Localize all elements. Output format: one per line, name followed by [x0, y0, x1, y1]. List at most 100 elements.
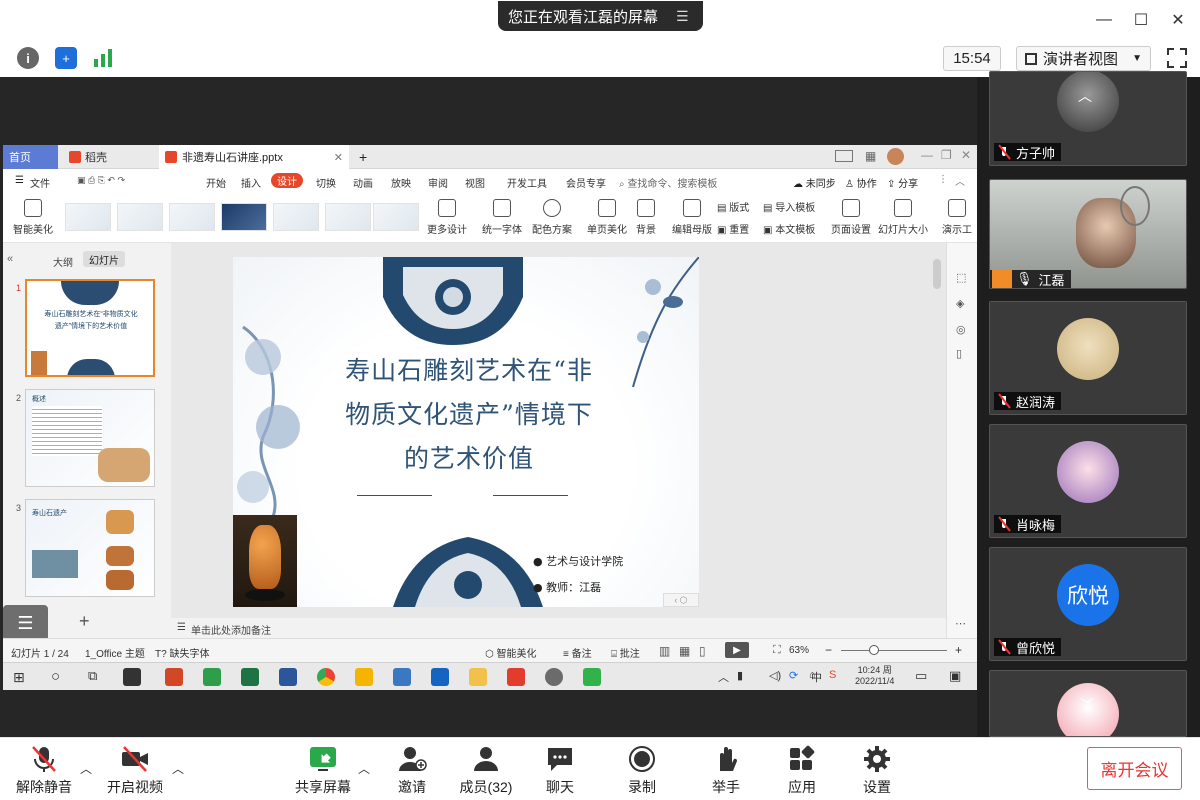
style-icon[interactable]: ⬚ [956, 271, 966, 284]
smart-beautify-button[interactable]: 智能美化 [11, 199, 55, 236]
share-options-chevron-icon[interactable]: ︿ [358, 760, 370, 777]
app-icon[interactable] [545, 668, 563, 686]
wps-icon[interactable] [507, 668, 525, 686]
search-icon[interactable]: ○ [51, 668, 60, 685]
menu-file[interactable]: 文件 [30, 175, 50, 190]
menu-review[interactable]: 审阅 [428, 175, 448, 190]
color-scheme-button[interactable]: 配色方案 [529, 199, 575, 236]
participant-tile[interactable]: ︿ 方子帅 [989, 71, 1187, 166]
invite-button[interactable]: 邀请 [392, 745, 432, 797]
powerpoint-icon[interactable] [165, 668, 183, 686]
notification-icon[interactable]: ▭ [915, 668, 927, 684]
share-screen-button[interactable]: 共享屏幕 [293, 745, 353, 797]
zoom-in-icon[interactable]: + [955, 643, 962, 657]
tab-home[interactable]: 首页 [3, 145, 58, 169]
action-center-icon[interactable]: ▣ [949, 668, 961, 684]
menu-member[interactable]: 会员专享 [566, 175, 606, 190]
menu-animation[interactable]: 动画 [353, 175, 373, 190]
banner-menu-icon[interactable]: ☰ [676, 8, 689, 25]
wps-minimize-icon[interactable]: — [921, 148, 933, 162]
notes-toggle[interactable]: ≡ 备注 [563, 645, 592, 660]
more-design-button[interactable]: 更多设计 [427, 199, 467, 236]
unmute-button[interactable]: 解除静音 [12, 745, 76, 797]
maximize-icon[interactable]: ☐ [1128, 8, 1154, 32]
this-template-button[interactable]: ▣ 本文模板 [763, 221, 815, 236]
settings-button[interactable]: 设置 [857, 745, 897, 797]
leave-meeting-button[interactable]: 离开会议 [1087, 747, 1182, 790]
mic-tray-icon[interactable]: ▮ [737, 669, 743, 682]
security-shield-icon[interactable]: + [55, 47, 77, 69]
menu-design[interactable]: 设计 [271, 173, 303, 188]
view-mode-dropdown[interactable]: 演讲者视图 ▼ [1016, 46, 1151, 71]
slide-thumbnail-3[interactable]: 寿山石遗产 [25, 499, 155, 597]
wechat-icon[interactable] [583, 668, 601, 686]
menu-view[interactable]: 视图 [465, 175, 485, 190]
unify-font-button[interactable]: 统一字体 [479, 199, 525, 236]
notes-area[interactable]: ☰ 单击此处添加备注 [171, 618, 946, 638]
tab-slides[interactable]: 幻灯片 [83, 251, 125, 267]
video-options-chevron-icon[interactable]: ︿ [172, 760, 184, 777]
participant-tile[interactable]: 欣悦 曾欣悦 [989, 547, 1187, 661]
sync-status[interactable]: ☁ 未同步 [793, 175, 836, 190]
page-setup-button[interactable]: 页面设置 [829, 199, 873, 236]
app-icon[interactable] [393, 668, 411, 686]
ime-s-icon[interactable]: S [829, 669, 836, 681]
participant-tile[interactable]: 肖咏梅 [989, 424, 1187, 538]
sorter-view-icon[interactable]: ▦ [679, 644, 690, 658]
smart-beautify-status[interactable]: ⬡ 智能美化 [485, 645, 537, 660]
reading-view-icon[interactable]: ▯ [699, 644, 706, 658]
menu-slideshow[interactable]: 放映 [391, 175, 411, 190]
theme-name[interactable]: 1_Office 主题 [85, 645, 145, 660]
menu-insert[interactable]: 插入 [241, 175, 261, 190]
excel-icon[interactable] [241, 668, 259, 686]
zoom-slider-thumb[interactable] [869, 645, 880, 655]
tab-close-icon[interactable]: ✕ [334, 151, 343, 164]
close-icon[interactable]: ✕ [1165, 8, 1191, 32]
apps-button[interactable]: 应用 [782, 745, 822, 797]
layout-icon[interactable] [835, 150, 853, 162]
command-search[interactable]: ⌕ 查找命令、搜索模板 [619, 175, 717, 190]
slide-size-button[interactable]: 幻灯片大小 [875, 199, 931, 236]
zoom-slider-track[interactable] [841, 650, 947, 651]
slide-thumbnail-1[interactable]: 寿山石雕刻艺术在“非物质文化遗产”情境下的艺术价值 [25, 279, 155, 377]
zoom-level[interactable]: 63% [789, 645, 809, 656]
wps-restore-icon[interactable]: ❐ [941, 148, 952, 162]
single-page-button[interactable]: 单页美化 [587, 199, 627, 236]
add-slide-button[interactable]: + [79, 611, 90, 632]
ime-indicator[interactable]: 中 [811, 669, 822, 685]
participant-tile[interactable]: 赵润涛 [989, 301, 1187, 415]
slide-thumbnail-2[interactable]: 概述 [25, 389, 155, 487]
fullscreen-icon[interactable] [1166, 47, 1188, 69]
import-template-button[interactable]: ▤ 导入模板 [763, 199, 815, 214]
scroll-up-icon[interactable]: ︿ [1078, 86, 1092, 106]
design-template[interactable] [65, 203, 111, 231]
collab-button[interactable]: ♙ 协作 [845, 175, 877, 190]
chrome-icon[interactable] [317, 668, 335, 686]
participant-tile[interactable]: 🎙 江磊 [989, 179, 1187, 289]
normal-view-icon[interactable]: ▥ [659, 644, 670, 658]
slide-title[interactable]: 寿山石雕刻艺术在“非 物质文化遗产”情境下 的艺术价值 [319, 349, 619, 481]
edit-master-button[interactable]: 编辑母版 [671, 199, 713, 236]
layout-button[interactable]: ▤ 版式 [717, 199, 749, 214]
volume-icon[interactable]: ◁) [769, 669, 781, 682]
missing-font[interactable]: T? 缺失字体 [155, 645, 209, 660]
menu-home[interactable]: 开始 [206, 175, 226, 190]
tab-outline[interactable]: 大纲 [53, 254, 73, 269]
shape-icon[interactable]: ◈ [956, 297, 964, 310]
reset-button[interactable]: ▣ 重置 [717, 221, 749, 236]
design-template[interactable] [221, 203, 267, 231]
record-button[interactable]: 录制 [622, 745, 662, 797]
app-icon[interactable] [123, 668, 141, 686]
collapse-panel-icon[interactable]: « [7, 253, 13, 265]
collapse-ribbon-icon[interactable]: ︿ [955, 173, 965, 188]
info-icon[interactable]: i [17, 47, 39, 69]
grid-icon[interactable]: ▦ [865, 149, 876, 163]
quick-access-icons[interactable]: ▣ ⎙ ⎘ ↶ ↷ [77, 175, 125, 186]
background-button[interactable]: 背景 [631, 199, 661, 236]
more-icon[interactable]: ⋯ [955, 617, 966, 630]
task-view-icon[interactable]: ⧉ [88, 668, 97, 684]
design-template[interactable] [373, 203, 419, 231]
design-template[interactable] [273, 203, 319, 231]
chat-button[interactable]: 聊天 [540, 745, 580, 797]
fit-icon[interactable]: ⛶ [773, 644, 781, 657]
